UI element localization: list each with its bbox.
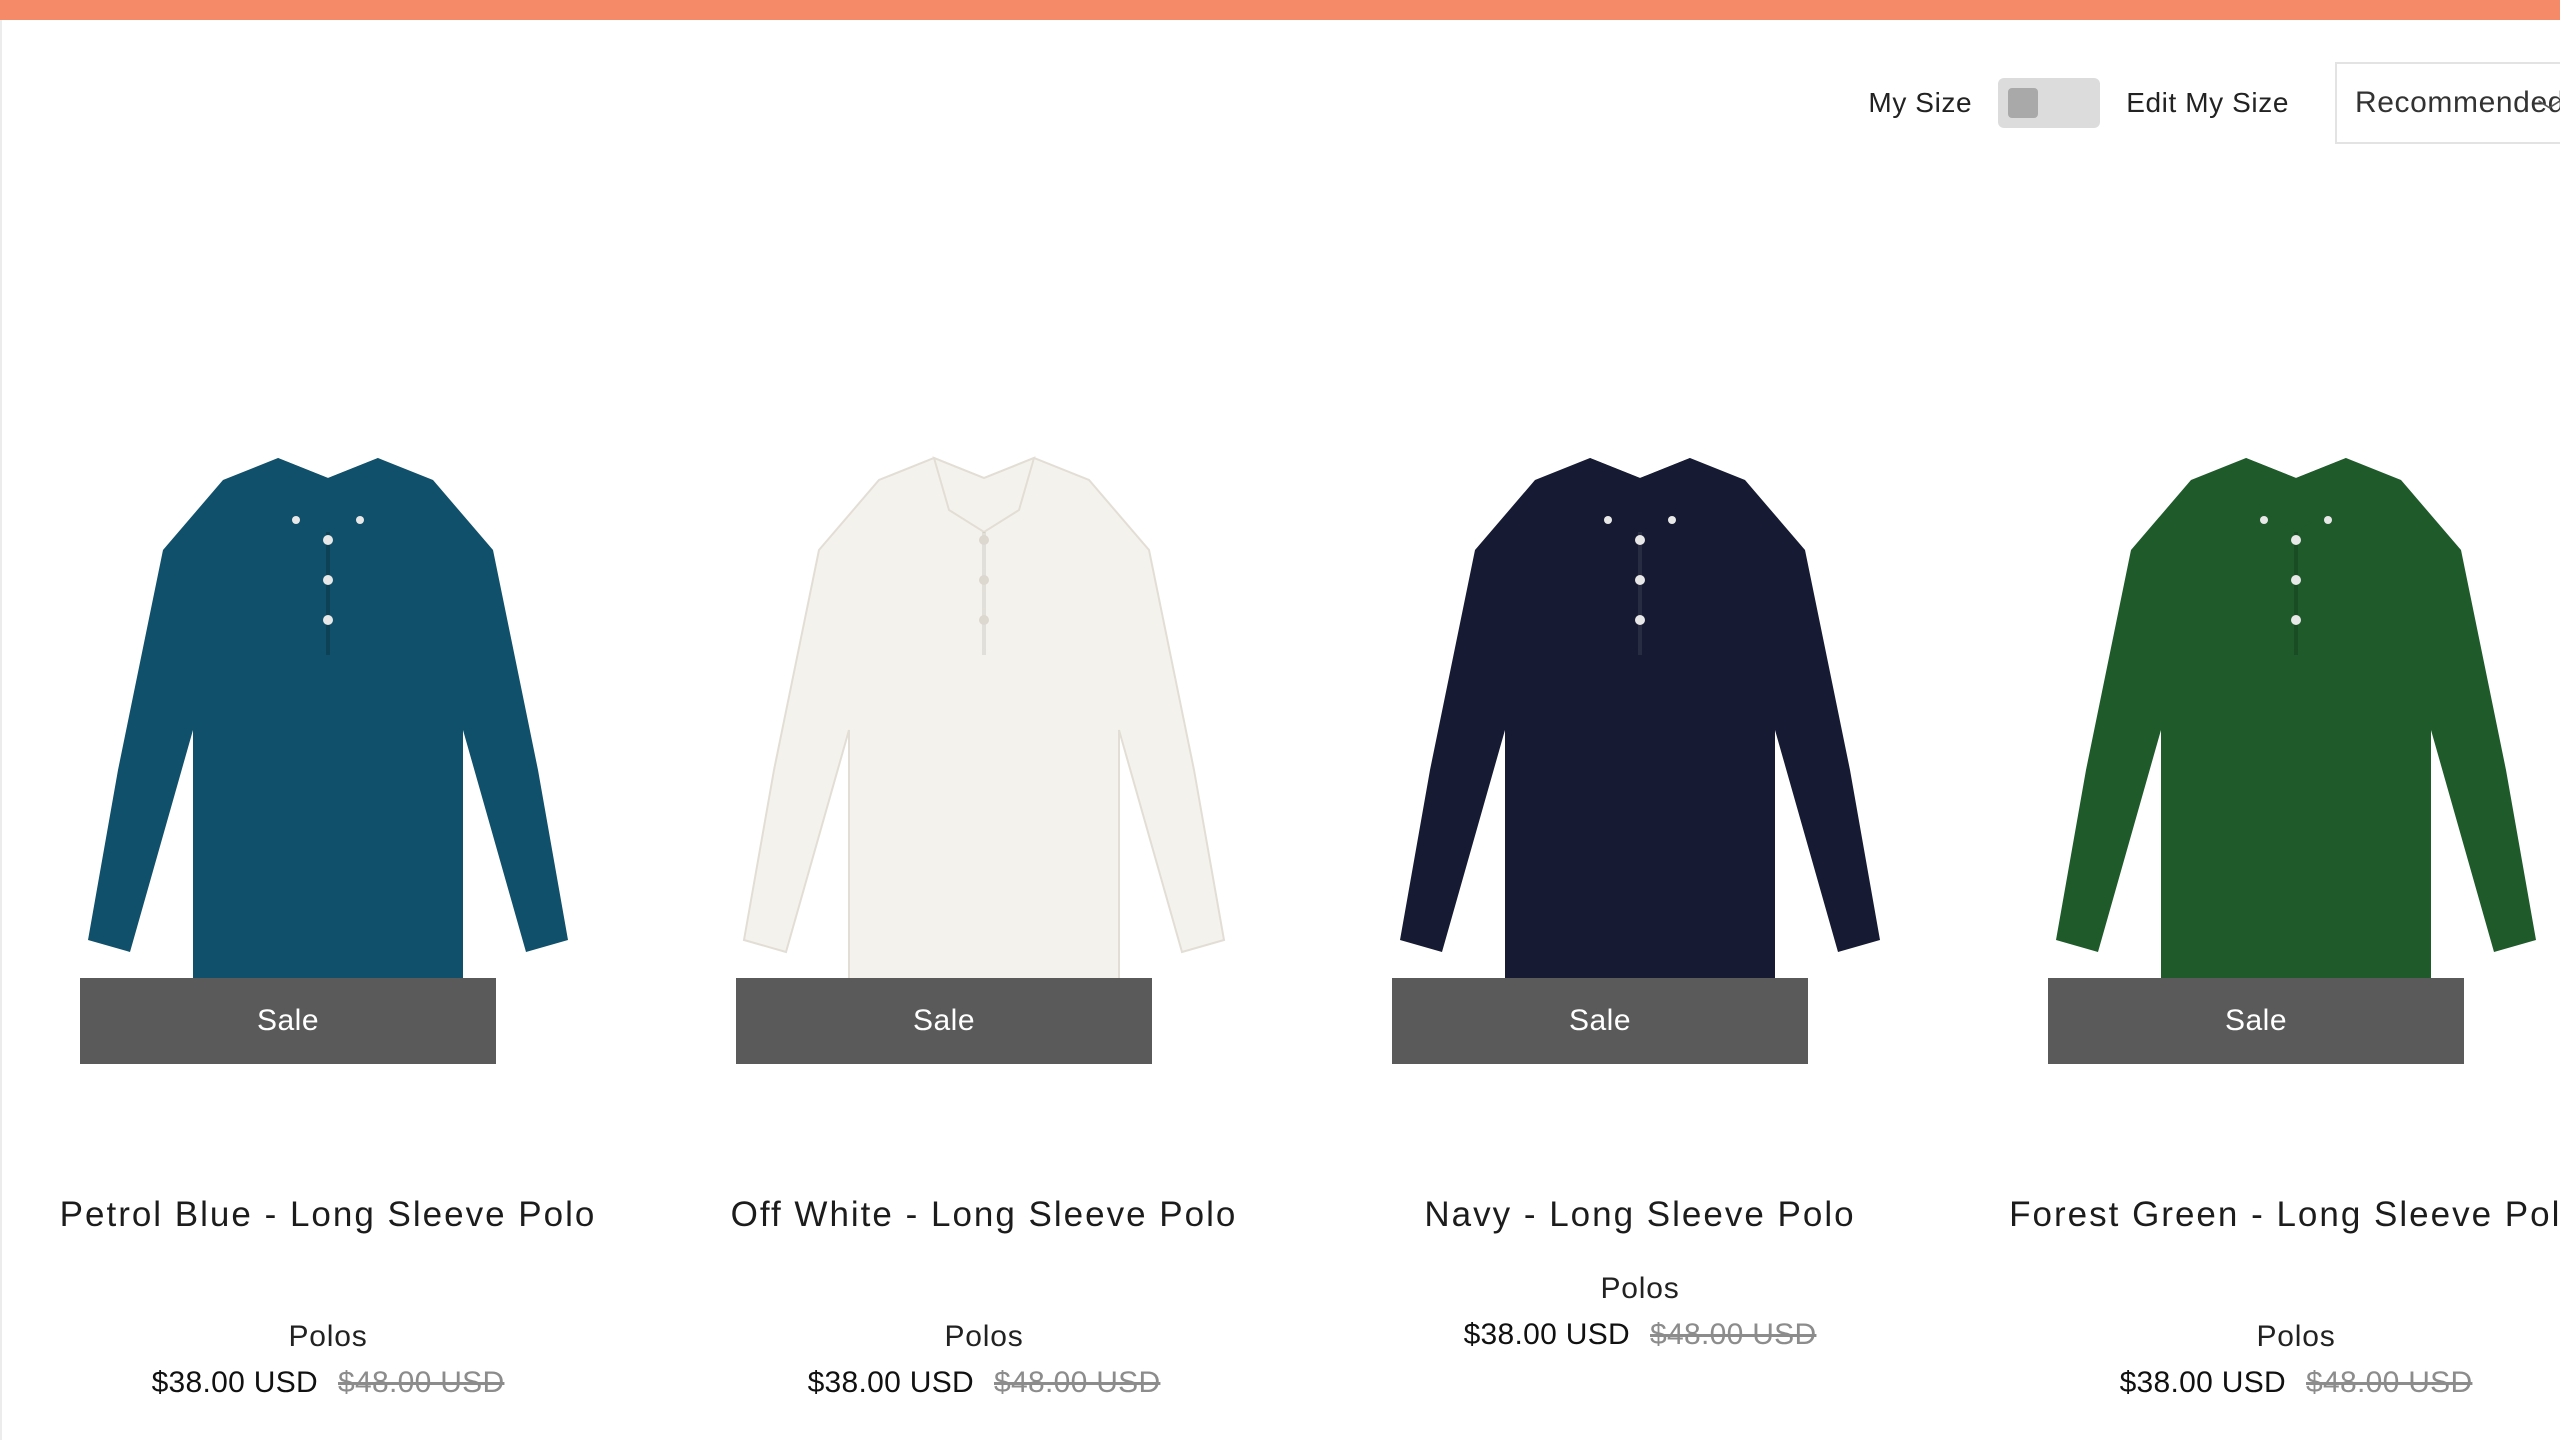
original-price: $48.00 USD (338, 1366, 505, 1399)
product-card[interactable]: Sale Petrol Blue - Long Sleeve Polo Polo… (0, 420, 656, 1440)
sale-badge: Sale (736, 978, 1152, 1064)
product-name[interactable]: Off White - Long Sleeve Polo (656, 1190, 1312, 1239)
sort-select[interactable]: Recommended ﹀ (2335, 62, 2560, 144)
product-grid: Sale Petrol Blue - Long Sleeve Polo Polo… (0, 420, 2560, 1440)
chevron-down-icon: ﹀ (2537, 99, 2560, 126)
filter-toolbar: My Size Edit My Size Recommended ﹀ (1868, 62, 2560, 144)
product-image[interactable] (0, 420, 656, 980)
my-size-toggle[interactable] (1998, 78, 2101, 128)
sale-price: $38.00 USD (1463, 1318, 1630, 1351)
original-price: $48.00 USD (2306, 1366, 2473, 1399)
edit-my-size-link[interactable]: Edit My Size (2126, 87, 2289, 119)
shirt-image (88, 458, 568, 980)
price-row: $38.00 USD $48.00 USD (656, 1366, 1312, 1400)
product-name[interactable]: Navy - Long Sleeve Polo (1312, 1190, 1968, 1239)
product-image[interactable] (656, 420, 1312, 980)
shirt-image (742, 456, 1226, 980)
product-card[interactable]: Sale Forest Green - Long Sleeve Polo Pol… (1968, 420, 2560, 1440)
product-name[interactable]: Petrol Blue - Long Sleeve Polo (0, 1190, 656, 1239)
product-image[interactable] (1968, 420, 2560, 980)
product-category: Polos (944, 1320, 1024, 1353)
sale-badge: Sale (1392, 978, 1808, 1064)
product-name[interactable]: Forest Green - Long Sleeve Polo (1968, 1190, 2560, 1239)
original-price: $48.00 USD (1650, 1318, 1817, 1351)
price-row: $38.00 USD $48.00 USD (0, 1366, 656, 1400)
sale-price: $38.00 USD (2119, 1366, 2286, 1399)
product-category: Polos (2256, 1320, 2336, 1353)
original-price: $48.00 USD (994, 1366, 1161, 1399)
product-card[interactable]: Sale Navy - Long Sleeve Polo Polos $38.0… (1312, 420, 1968, 1440)
product-card[interactable]: Sale Off White - Long Sleeve Polo Polos … (656, 420, 1312, 1440)
sale-price: $38.00 USD (807, 1366, 974, 1399)
sale-badge: Sale (2048, 978, 2464, 1064)
toggle-knob (2008, 88, 2039, 118)
product-image[interactable] (1312, 420, 1968, 980)
product-category: Polos (288, 1320, 368, 1353)
product-category: Polos (1600, 1272, 1680, 1305)
sort-selected-value: Recommended (2355, 86, 2560, 119)
shirt-image (2056, 458, 2536, 980)
price-row: $38.00 USD $48.00 USD (1312, 1318, 1968, 1352)
price-row: $38.00 USD $48.00 USD (1968, 1366, 2560, 1400)
top-accent-bar (0, 0, 2560, 20)
sale-badge: Sale (80, 978, 496, 1064)
my-size-label: My Size (1868, 87, 1973, 118)
shirt-image (1400, 458, 1880, 980)
sale-price: $38.00 USD (151, 1366, 318, 1399)
